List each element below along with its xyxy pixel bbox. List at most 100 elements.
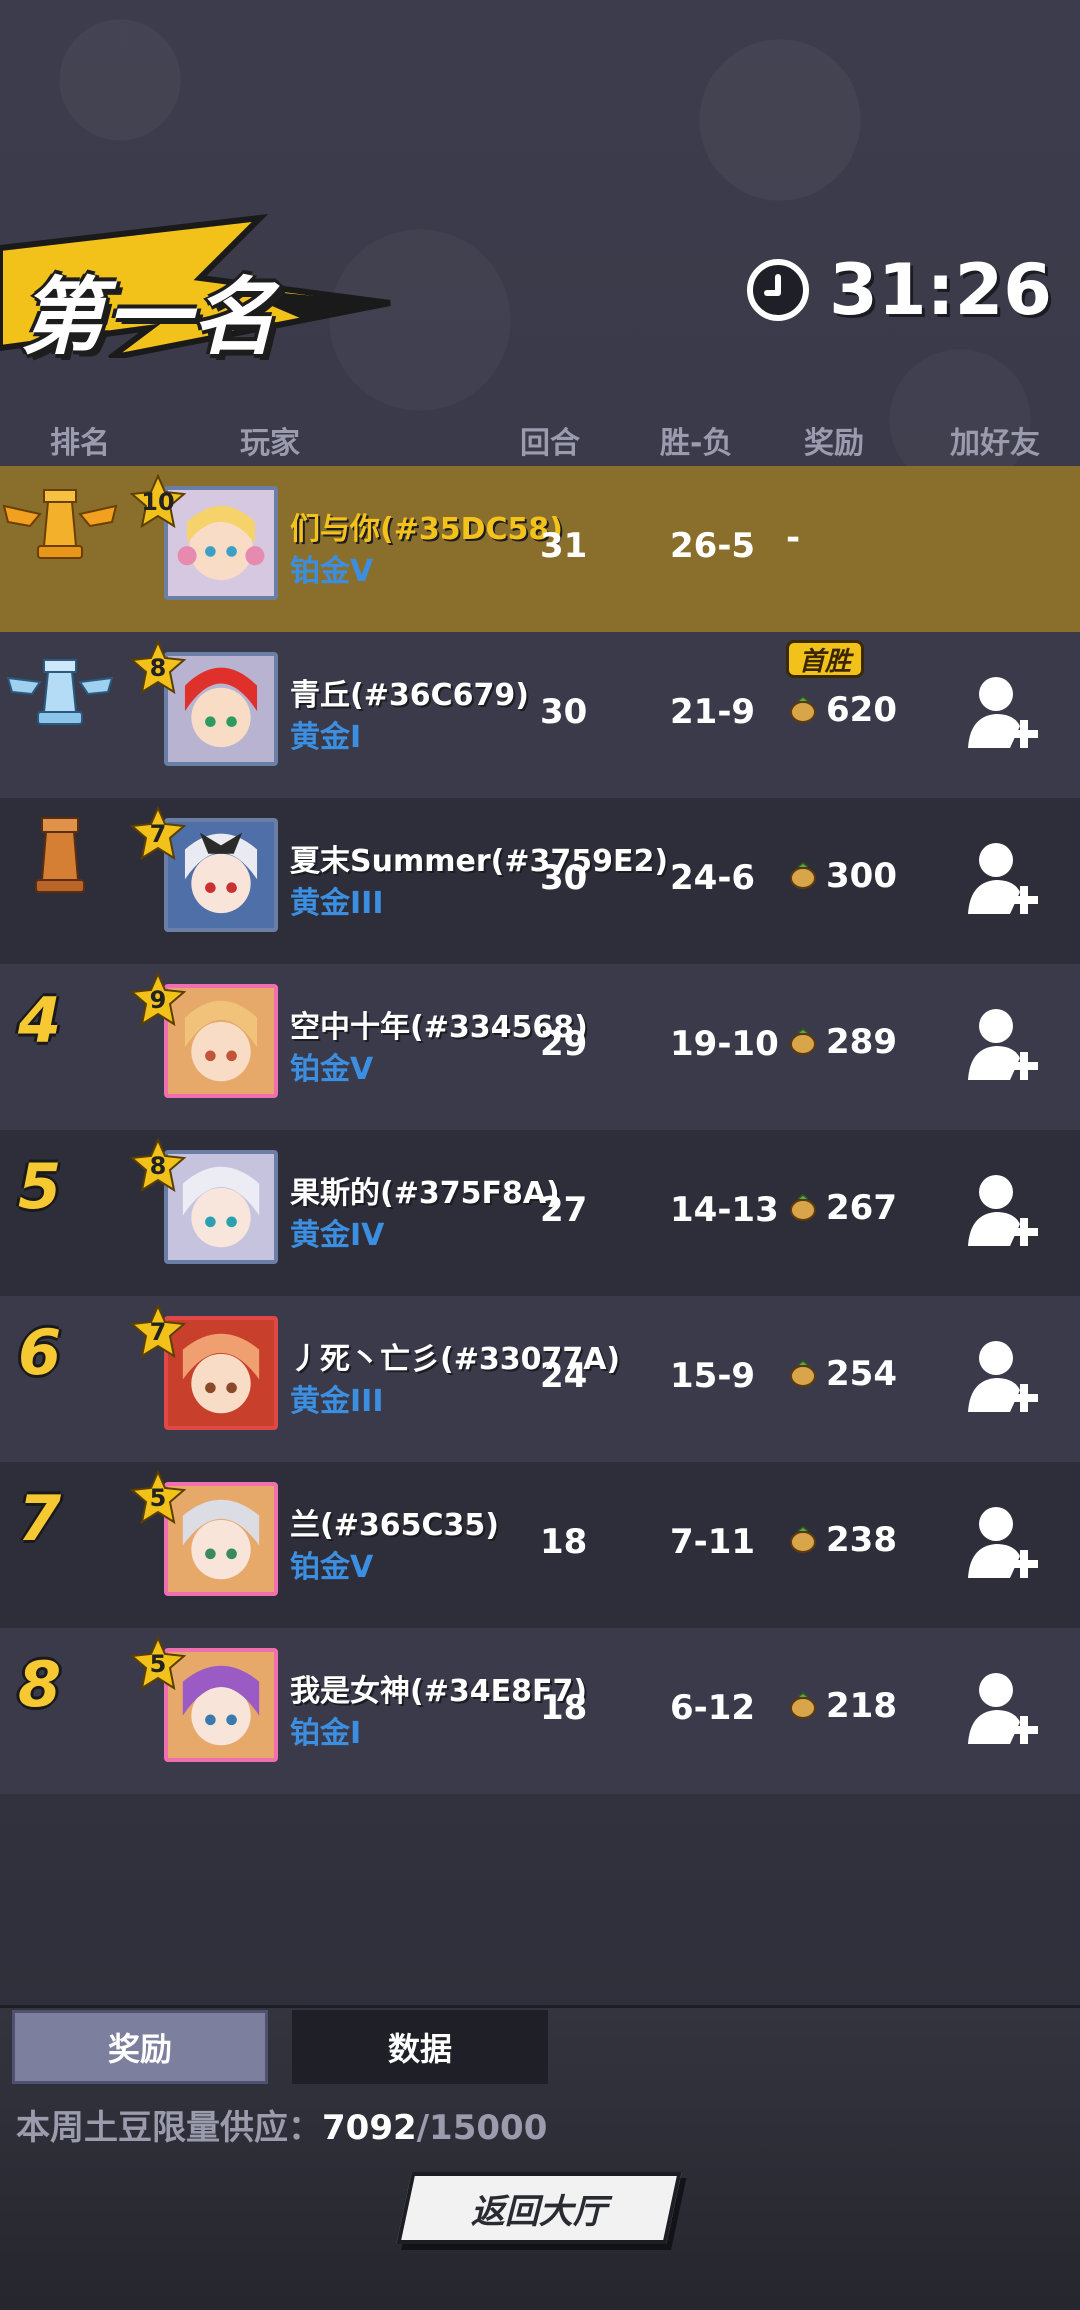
player-tier: 铂金V bbox=[290, 1550, 374, 1585]
player-tier: 铂金V bbox=[290, 554, 374, 589]
level-badge: 7 bbox=[129, 805, 187, 862]
win-loss-value: 14-13 bbox=[670, 1190, 779, 1230]
col-rank: 排名 bbox=[50, 426, 110, 461]
player-name: 夏末Summer(#3759E2) bbox=[290, 844, 669, 879]
potato-icon bbox=[790, 696, 816, 723]
table-row: 7 夏末Summer(#3759E2) 黄金III 30 24-6 300 bbox=[0, 798, 1080, 964]
timer-text: 31:26 bbox=[829, 249, 1052, 331]
rank-number: 6 bbox=[18, 1316, 62, 1389]
reward: 218 bbox=[788, 1686, 897, 1726]
table-row: 4 9 空中十年(#334568) 铂金V 29 19-10 289 bbox=[0, 964, 1080, 1130]
level-badge: 8 bbox=[129, 639, 187, 696]
back-to-lobby-button[interactable]: 返回大厅 bbox=[396, 2172, 682, 2244]
table-row: 5 8 果斯的(#375F8A) 黄金IV 27 14-13 267 bbox=[0, 1130, 1080, 1296]
potato-icon bbox=[790, 862, 816, 889]
add-friend-icon[interactable] bbox=[966, 1502, 1038, 1582]
silver-rook-trophy-icon bbox=[6, 659, 114, 725]
win-loss-value: 24-6 bbox=[670, 858, 756, 898]
level-badge: 8 bbox=[129, 1137, 187, 1194]
column-headers: 排名 玩家 回合 胜-负 奖励 加好友 bbox=[0, 418, 1080, 462]
reward-value: - bbox=[786, 518, 801, 558]
gold-rook-trophy-icon bbox=[2, 489, 118, 559]
table-row: 8 青丘(#36C679) 黄金I 30 21-9 首胜 620 bbox=[0, 632, 1080, 798]
first-win-badge: 首胜 bbox=[786, 640, 865, 678]
player-tier: 铂金V bbox=[290, 1052, 374, 1087]
level-value: 5 bbox=[149, 1484, 167, 1512]
page-title: 第一名 bbox=[20, 268, 279, 366]
add-friend-icon[interactable] bbox=[966, 672, 1038, 752]
clock-icon bbox=[747, 259, 810, 321]
rounds-value: 18 bbox=[540, 1522, 588, 1562]
col-reward: 奖励 bbox=[804, 426, 864, 461]
level-value: 9 bbox=[149, 986, 167, 1014]
bronze-rook-trophy-icon bbox=[35, 817, 85, 893]
player-name: 青丘(#36C679) bbox=[290, 678, 529, 713]
supply-label: 本周土豆限量供应： bbox=[16, 2108, 322, 2148]
level-value: 7 bbox=[149, 1318, 167, 1346]
player-tier: 黄金I bbox=[290, 720, 362, 755]
potato-icon bbox=[790, 1028, 816, 1055]
reward: 289 bbox=[788, 1022, 897, 1062]
level-badge: 9 bbox=[129, 971, 187, 1028]
potato-icon bbox=[790, 1692, 816, 1719]
reward: 620 bbox=[788, 690, 897, 730]
rounds-value: 24 bbox=[540, 1356, 588, 1396]
add-friend-icon[interactable] bbox=[966, 1004, 1038, 1084]
add-friend-icon[interactable] bbox=[966, 1336, 1038, 1416]
level-badge: 5 bbox=[129, 1635, 187, 1692]
supply-max: /15000 bbox=[416, 2108, 548, 2148]
reward-value: 218 bbox=[826, 1686, 897, 1726]
reward-value: 289 bbox=[826, 1022, 897, 1062]
table-row: 8 5 我是女神(#34E8F7) 铂金I 18 6-12 218 bbox=[0, 1628, 1080, 1794]
timer: 31:26 bbox=[747, 249, 1052, 331]
reward-value: 300 bbox=[826, 856, 897, 896]
table-row: 10 们与你(#35DC58) 铂金V 31 26-5 - bbox=[0, 466, 1080, 632]
rank-number: 5 bbox=[18, 1150, 62, 1223]
col-win-loss: 胜-负 bbox=[660, 426, 733, 461]
potato-icon bbox=[790, 1526, 816, 1553]
tab-data[interactable]: 数据 bbox=[292, 2010, 548, 2084]
add-friend-icon[interactable] bbox=[966, 1170, 1038, 1250]
player-name: 兰(#365C35) bbox=[290, 1508, 499, 1543]
win-loss-value: 26-5 bbox=[670, 526, 756, 566]
col-player: 玩家 bbox=[240, 426, 300, 461]
player-tier: 黄金III bbox=[290, 1384, 384, 1419]
rounds-value: 31 bbox=[540, 526, 588, 566]
reward-value: 238 bbox=[826, 1520, 897, 1560]
table-row: 6 7 丿死丶亡彡(#33077A) 黄金III 24 15-9 254 bbox=[0, 1296, 1080, 1462]
win-loss-value: 19-10 bbox=[670, 1024, 779, 1064]
level-value: 5 bbox=[149, 1650, 167, 1678]
rounds-value: 30 bbox=[540, 692, 588, 732]
rounds-value: 27 bbox=[540, 1190, 588, 1230]
add-friend-icon[interactable] bbox=[966, 1668, 1038, 1748]
tab-reward[interactable]: 奖励 bbox=[12, 2010, 268, 2084]
supply-current: 7092 bbox=[322, 2108, 417, 2148]
reward-value: 620 bbox=[826, 690, 897, 730]
rounds-value: 29 bbox=[540, 1024, 588, 1064]
level-value: 10 bbox=[141, 488, 175, 516]
potato-icon bbox=[790, 1360, 816, 1387]
player-name: 果斯的(#375F8A) bbox=[290, 1176, 560, 1211]
win-loss-value: 7-11 bbox=[670, 1522, 756, 1562]
level-badge: 10 bbox=[129, 473, 187, 530]
col-add-friend: 加好友 bbox=[950, 426, 1040, 461]
weekly-supply: 本周土豆限量供应：7092/15000 bbox=[16, 2100, 547, 2149]
leaderboard: 10 们与你(#35DC58) 铂金V 31 26-5 - 8 青丘(#36C6… bbox=[0, 466, 1080, 1794]
win-loss-value: 15-9 bbox=[670, 1356, 756, 1396]
reward-value: 254 bbox=[826, 1354, 897, 1394]
add-friend-icon[interactable] bbox=[966, 838, 1038, 918]
level-badge: 7 bbox=[129, 1303, 187, 1360]
rounds-value: 18 bbox=[540, 1688, 588, 1728]
win-loss-value: 21-9 bbox=[670, 692, 756, 732]
win-loss-value: 6-12 bbox=[670, 1688, 756, 1728]
player-tier: 黄金III bbox=[290, 886, 384, 921]
reward: 300 bbox=[788, 856, 897, 896]
rounds-value: 30 bbox=[540, 858, 588, 898]
back-to-lobby-label: 返回大厅 bbox=[471, 2191, 607, 2232]
col-rounds: 回合 bbox=[520, 426, 580, 461]
rank-number: 7 bbox=[18, 1482, 62, 1555]
reward-value: 267 bbox=[826, 1188, 897, 1228]
potato-icon bbox=[790, 1194, 816, 1221]
rank-number: 8 bbox=[18, 1648, 62, 1721]
player-tier: 黄金IV bbox=[290, 1218, 385, 1253]
